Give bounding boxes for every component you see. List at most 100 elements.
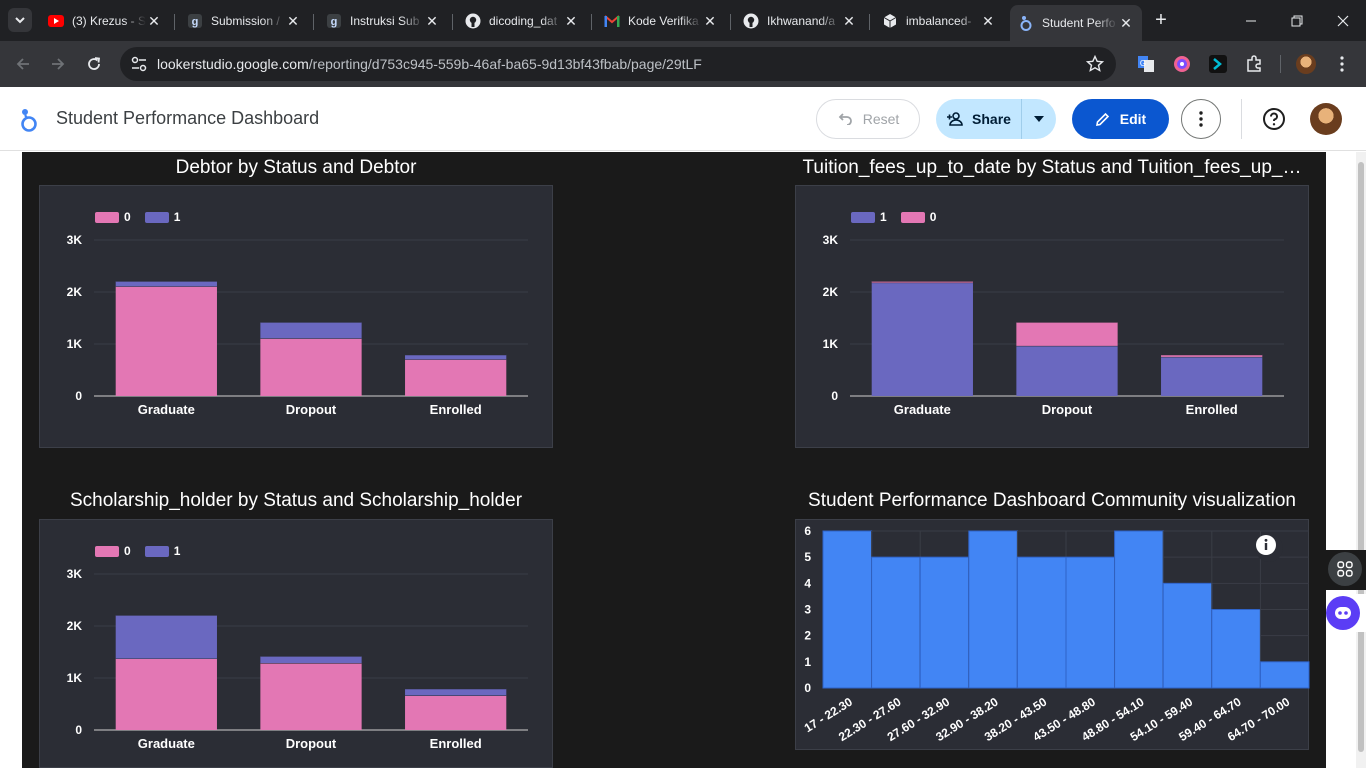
svg-text:G: G (1140, 59, 1146, 68)
x-tick-label: Enrolled (1186, 402, 1238, 417)
svg-text:g: g (331, 16, 338, 28)
reset-button[interactable]: Reset (816, 99, 920, 139)
chart-scholarship[interactable]: 0 1 0 1K 2K 3K Graduate Dropout Enrolled (39, 519, 553, 768)
bar-segment (405, 688, 507, 696)
histogram-bar (968, 530, 1018, 689)
chart-title-community-viz: Student Performance Dashboard Community … (808, 490, 1296, 511)
y-tick-label: 2K (67, 619, 83, 633)
histogram-bar (871, 556, 921, 689)
close-icon (1337, 15, 1349, 26)
close-tab-icon[interactable]: ✕ (1118, 15, 1134, 31)
y-tick-label: 3K (67, 233, 83, 247)
x-tick-label: Graduate (138, 402, 195, 417)
profile-avatar[interactable] (1296, 54, 1316, 74)
browser-menu-button[interactable] (1332, 54, 1352, 74)
share-button[interactable]: Share (936, 99, 1022, 139)
chart-debtor-plot: 0 1K 2K 3K Graduate Dropout Enrolled (67, 233, 528, 417)
edit-label: Edit (1119, 111, 1147, 127)
terminal-extension-icon[interactable] (1208, 54, 1228, 74)
pencil-icon (1095, 112, 1109, 126)
y-tick-label: 1K (67, 337, 83, 351)
histogram-bar (1259, 661, 1310, 689)
assistant-float-button[interactable] (1326, 594, 1366, 632)
bar-segment (405, 359, 507, 396)
new-tab-button[interactable]: + (1150, 10, 1172, 32)
dicoding-icon: g (326, 13, 342, 29)
close-tab-icon[interactable]: ✕ (702, 13, 718, 29)
edit-button[interactable]: Edit (1072, 99, 1169, 139)
close-tab-icon[interactable]: ✕ (980, 13, 996, 29)
x-tick-label: Dropout (1042, 402, 1093, 417)
bookmark-star-icon[interactable] (1086, 55, 1104, 73)
bar-segment (405, 354, 507, 360)
back-button[interactable] (10, 51, 36, 77)
bar-segment (115, 658, 217, 730)
tab-search-button[interactable] (8, 8, 32, 32)
looker-studio-icon (1018, 15, 1034, 31)
close-tab-icon[interactable]: ✕ (285, 13, 301, 29)
close-tab-icon[interactable]: ✕ (146, 13, 162, 29)
color-extension-icon[interactable] (1172, 54, 1192, 74)
close-tab-icon[interactable]: ✕ (841, 13, 857, 29)
minimize-icon (1246, 20, 1256, 21)
extensions-puzzle-icon[interactable] (1244, 54, 1264, 74)
bar-segment (260, 663, 362, 730)
chart-community-viz[interactable]: 0 1 2 3 4 5 6 17 - 22.30 22.30 - 27.60 27.60 - 32… (795, 519, 1310, 750)
y-tick-label: 2 (804, 629, 811, 643)
y-tick-label: 4 (804, 576, 811, 590)
help-icon[interactable] (1262, 107, 1286, 131)
browser-tab-youtube[interactable]: (3) Krezus - S ✕ (40, 6, 170, 35)
bar-segment (260, 656, 362, 664)
youtube-icon (48, 13, 64, 29)
chart-title-tuition: Tuition_fees_up_to_date by Status and Tu… (802, 157, 1302, 178)
tab-title: (3) Krezus - S (72, 13, 146, 28)
close-tab-icon[interactable]: ✕ (424, 13, 440, 29)
report-title[interactable]: Student Performance Dashboard (56, 108, 319, 129)
grid-icon (1337, 561, 1353, 577)
svg-text:g: g (192, 16, 199, 28)
minimize-button[interactable] (1228, 0, 1274, 41)
browser-tab-instruksi[interactable]: g Instruksi Sub ✕ (318, 6, 448, 35)
looker-studio-logo-icon (21, 109, 37, 132)
browser-tab-student-performance[interactable]: Student Perfo ✕ (1010, 5, 1142, 41)
close-window-button[interactable] (1320, 0, 1366, 41)
share-dropdown-button[interactable] (1022, 99, 1056, 139)
y-tick-label: 1K (823, 337, 839, 351)
chart-debtor[interactable]: 0 1 0 1K 2K 3K Graduate Dropout Enrolled (39, 185, 553, 448)
address-bar[interactable]: lookerstudio.google.com/reporting/d753c9… (120, 47, 1116, 81)
looker-header: Student Performance Dashboard Reset Shar… (0, 87, 1366, 151)
reload-icon (88, 57, 101, 70)
close-tab-icon[interactable]: ✕ (563, 13, 579, 29)
histogram-bar (1016, 556, 1067, 689)
forward-button[interactable] (45, 51, 71, 77)
y-tick-label: 3 (804, 603, 811, 617)
bar-segment (1161, 356, 1263, 396)
translate-extension-icon[interactable]: G (1136, 54, 1156, 74)
page-scrollbar[interactable] (1356, 152, 1366, 768)
browser-toolbar: lookerstudio.google.com/reporting/d753c9… (0, 41, 1366, 87)
info-icon (1256, 535, 1276, 555)
apps-float-button[interactable] (1326, 550, 1366, 590)
url-text: lookerstudio.google.com/reporting/d753c9… (157, 56, 702, 72)
gmail-icon (604, 13, 620, 29)
tab-title: imbalanced- (906, 13, 972, 28)
x-tick-label: Graduate (894, 402, 951, 417)
scrollbar-thumb[interactable] (1358, 162, 1364, 752)
x-tick-label: Dropout (286, 402, 337, 417)
chart-tuition[interactable]: 1 0 0 1K 2K 3K Graduate Dropout Enrolled (795, 185, 1309, 448)
browser-tab-submission[interactable]: g Submission / ✕ (179, 6, 309, 35)
browser-tab-imbalanced[interactable]: imbalanced- ✕ (874, 6, 1004, 35)
restore-button[interactable] (1274, 0, 1320, 41)
x-tick-label: Enrolled (430, 402, 482, 417)
undo-icon (838, 113, 852, 125)
add-person-icon (947, 112, 963, 126)
browser-tab-gmail[interactable]: Kode Verifika ✕ (596, 6, 726, 35)
user-avatar[interactable] (1310, 103, 1342, 135)
reload-button[interactable] (81, 51, 107, 77)
histogram-bar (919, 556, 970, 689)
browser-tab-dicoding-data[interactable]: dicoding_dat ✕ (457, 6, 587, 35)
browser-tab-ikhwanand[interactable]: Ikhwanand/a ✕ (735, 6, 865, 35)
info-button[interactable] (1255, 534, 1283, 562)
more-options-button[interactable] (1181, 99, 1221, 139)
site-settings-icon[interactable] (130, 55, 148, 73)
